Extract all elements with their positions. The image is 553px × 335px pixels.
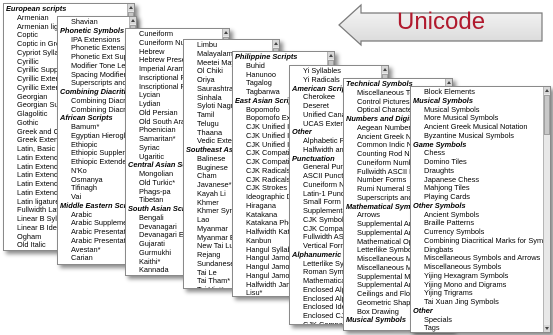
scroll-up-icon[interactable] — [544, 87, 550, 94]
scroll-up-icon[interactable] — [382, 66, 388, 73]
scroll-down-icon[interactable] — [544, 325, 550, 332]
script-list-panel-8[interactable]: Block Elements Musical Symbols Musical Sym… — [410, 86, 551, 333]
scroll-up-icon[interactable] — [223, 29, 229, 36]
scroll-up-icon[interactable] — [128, 4, 134, 11]
scroll-thumb[interactable] — [544, 95, 550, 135]
scrollbar[interactable] — [543, 87, 550, 332]
scroll-up-icon[interactable] — [130, 17, 136, 24]
list-item[interactable]: Tai Xuan Jing Symbols — [413, 297, 550, 307]
scroll-up-icon[interactable] — [446, 79, 452, 86]
unicode-title: Unicode — [397, 8, 486, 35]
scroll-up-icon[interactable] — [273, 40, 279, 47]
scroll-up-icon[interactable] — [328, 52, 334, 59]
